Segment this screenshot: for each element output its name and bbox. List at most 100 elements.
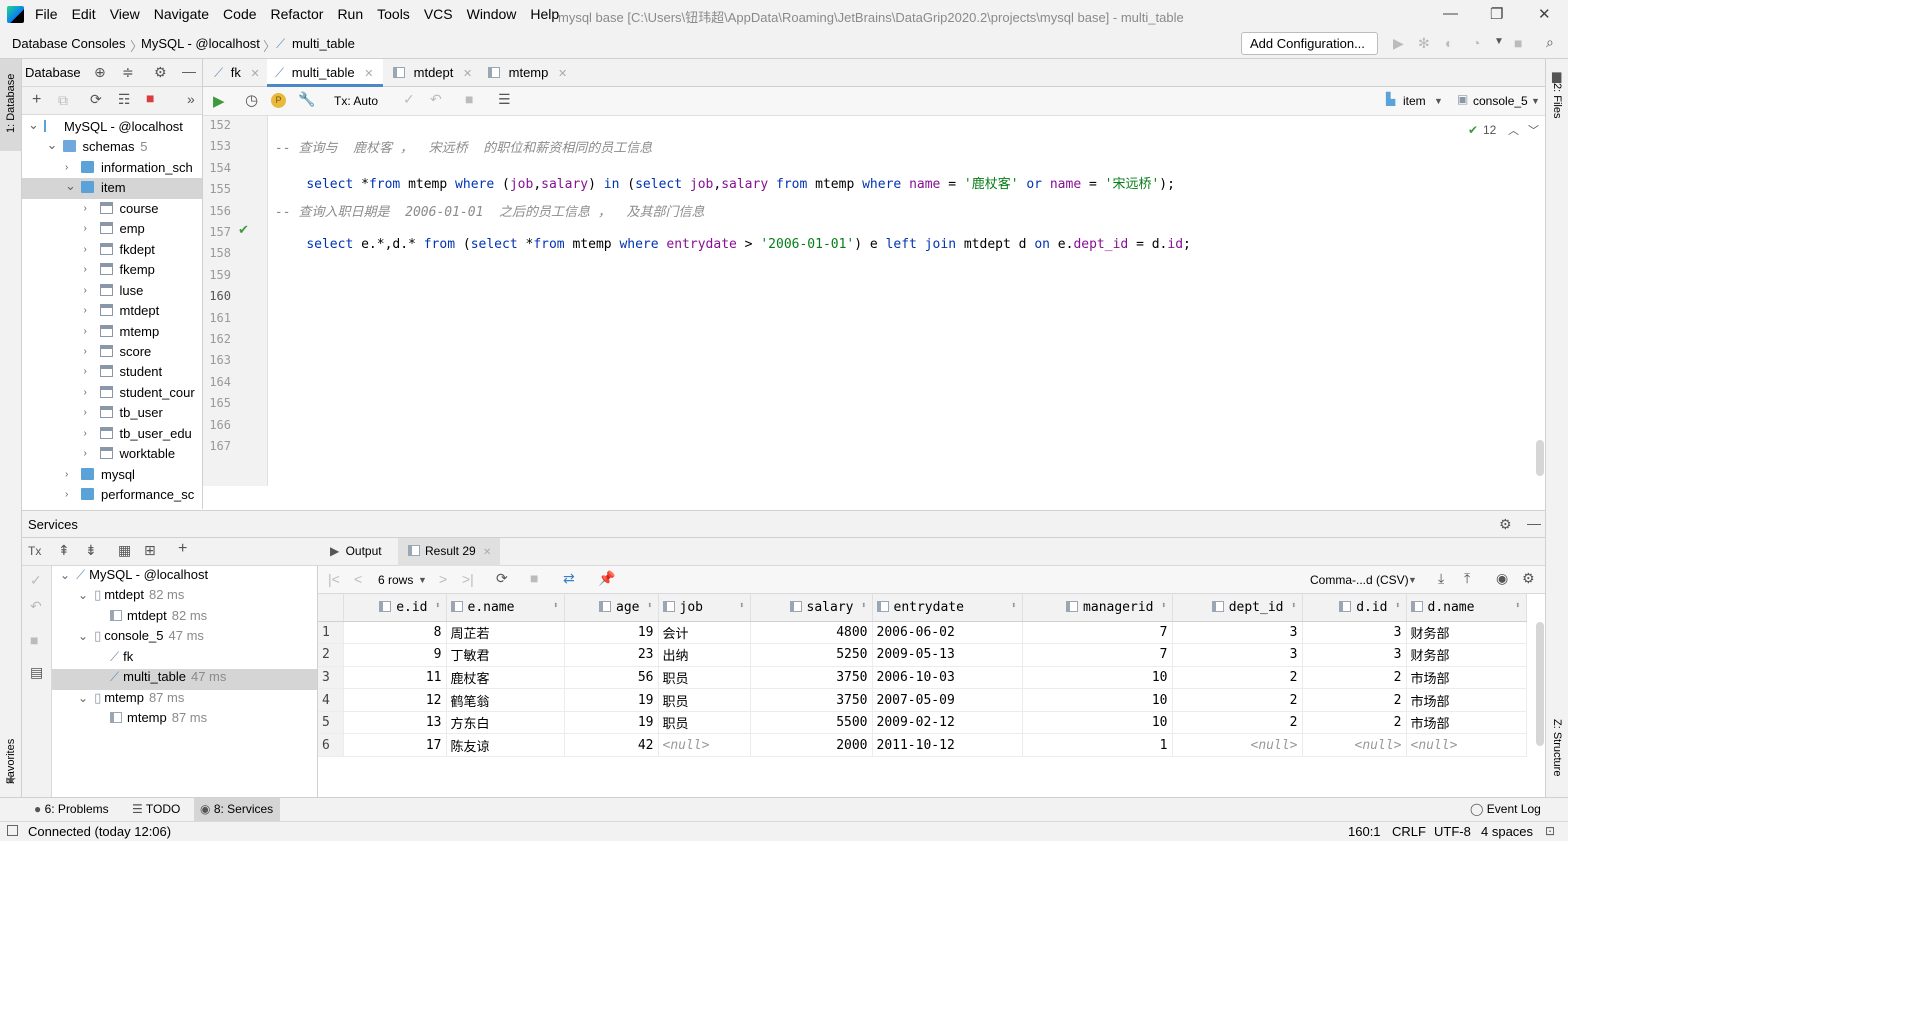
table-cell[interactable]: 8 bbox=[343, 621, 447, 645]
table-cell[interactable]: 10 bbox=[1022, 711, 1173, 735]
table-cell[interactable]: 7 bbox=[1022, 621, 1173, 645]
table-row[interactable]: 2 9 丁敏君 23 出纳 5250 2009-05-13 7 3 3 财务部 bbox=[318, 643, 1527, 667]
upload-icon[interactable]: ⤒ bbox=[1464, 570, 1470, 587]
service-item-mtdept[interactable]: mtdept 82 ms bbox=[96, 608, 207, 629]
table-cell[interactable]: 财务部 bbox=[1406, 643, 1527, 667]
table-cell[interactable]: 周芷若 bbox=[446, 621, 565, 645]
tx-mode-dropdown[interactable]: Tx: Auto bbox=[334, 94, 378, 108]
search-icon[interactable]: ⌕ bbox=[1546, 34, 1554, 51]
table-cell[interactable]: 财务部 bbox=[1406, 621, 1527, 645]
sort-icon[interactable]: ⬍ bbox=[435, 601, 440, 611]
wrench-icon[interactable]: 🔧 bbox=[298, 91, 315, 108]
chevron-right-icon[interactable]: › bbox=[84, 428, 87, 439]
service-item-fk[interactable]: ⟋ fk bbox=[96, 649, 133, 670]
caret-position[interactable]: 160:1 bbox=[1348, 824, 1381, 839]
collapse-all-icon[interactable]: ≑ bbox=[122, 64, 134, 81]
chevron-right-icon[interactable]: › bbox=[84, 223, 87, 234]
table-cell[interactable]: 10 bbox=[1022, 688, 1173, 712]
table-cell[interactable]: 出纳 bbox=[658, 643, 751, 667]
sql-editor[interactable]: -- 查询与 鹿杖客 ， 宋远桥 的职位和薪资相同的员工信息 select *f… bbox=[268, 116, 1545, 486]
table-cell[interactable]: 3 bbox=[1172, 621, 1303, 645]
tab-mtdept[interactable]: mtdept ✕ bbox=[385, 59, 479, 87]
table-cell[interactable]: 42 bbox=[564, 733, 659, 758]
chevron-down-icon[interactable]: ⌄ bbox=[65, 178, 76, 194]
service-item-mtemp[interactable]: ⌄ ▯ mtemp 87 ms bbox=[78, 690, 184, 711]
table-cell[interactable]: 19 bbox=[564, 711, 659, 735]
problems-tool-button[interactable]: ● 6: Problems bbox=[34, 802, 109, 816]
commit-icon[interactable]: ✓ bbox=[403, 91, 415, 108]
close-icon[interactable]: ✕ bbox=[364, 68, 373, 80]
tree-item-course[interactable]: › course bbox=[22, 199, 202, 220]
chevron-down-icon[interactable]: ⌄ bbox=[28, 117, 39, 133]
pin-icon[interactable]: 📌 bbox=[598, 570, 615, 587]
column-header-job[interactable]: job ⬍ bbox=[658, 594, 751, 622]
table-cell[interactable]: 2 bbox=[1302, 666, 1407, 690]
close-icon[interactable]: ✕ bbox=[558, 68, 567, 80]
execute-icon[interactable]: ▶ bbox=[213, 92, 225, 110]
column-header-age[interactable]: age ⬍ bbox=[564, 594, 659, 622]
table-cell[interactable]: 3 bbox=[1302, 643, 1407, 667]
tab-fk[interactable]: ⟋ fk ✕ bbox=[206, 59, 266, 87]
close-icon[interactable]: ✕ bbox=[250, 68, 259, 80]
table-cell[interactable]: 5500 bbox=[750, 711, 873, 735]
tx-icon[interactable]: Tx bbox=[28, 544, 41, 558]
eye-icon[interactable]: ◉ bbox=[1496, 570, 1508, 587]
tree-item-performance-sc[interactable]: › performance_sc bbox=[22, 485, 202, 506]
gear-icon[interactable]: ⚙ bbox=[1499, 516, 1512, 533]
rollback-icon[interactable]: ↶ bbox=[30, 598, 42, 615]
column-header-entrydate[interactable]: entrydate ⬍ bbox=[872, 594, 1023, 622]
group-icon[interactable]: ▦ bbox=[118, 542, 131, 559]
close-icon[interactable]: ✕ bbox=[1538, 5, 1551, 23]
menu-vcs[interactable]: VCS bbox=[424, 6, 453, 22]
cancel-icon[interactable]: ■ bbox=[465, 91, 473, 107]
add-icon[interactable]: + bbox=[178, 540, 187, 558]
tree-item-fkemp[interactable]: › fkemp bbox=[22, 260, 202, 281]
table-cell[interactable]: 19 bbox=[564, 621, 659, 645]
chevron-right-icon[interactable]: › bbox=[84, 203, 87, 214]
table-cell[interactable]: 丁敏君 bbox=[446, 643, 565, 667]
chevron-right-icon[interactable]: › bbox=[84, 244, 87, 255]
menu-window[interactable]: Window bbox=[467, 6, 517, 22]
table-cell[interactable]: 市场部 bbox=[1406, 666, 1527, 690]
table-cell[interactable]: 12 bbox=[343, 688, 447, 712]
tree-item-student[interactable]: › student bbox=[22, 362, 202, 383]
table-cell[interactable]: 2 bbox=[1302, 688, 1407, 712]
chevron-down-icon[interactable]: ⌄ bbox=[47, 137, 58, 153]
run-icon[interactable]: ▶ bbox=[1393, 35, 1404, 52]
parameters-icon[interactable]: P bbox=[271, 93, 286, 108]
profile-icon[interactable]: ◔ bbox=[1472, 35, 1480, 51]
table-cell[interactable]: 市场部 bbox=[1406, 688, 1527, 712]
table-cell[interactable]: 3750 bbox=[750, 688, 873, 712]
table-cell[interactable]: 2 bbox=[1172, 711, 1303, 735]
structure-tool-label[interactable]: Z: Structure bbox=[1551, 719, 1563, 776]
sort-icon[interactable]: ⬍ bbox=[1291, 601, 1296, 611]
service-item-console-5[interactable]: ⌄ ▯ console_5 47 ms bbox=[78, 628, 204, 649]
tab-result-29[interactable]: Result 29 ✕ bbox=[398, 538, 500, 566]
chevron-right-icon[interactable]: › bbox=[65, 162, 68, 173]
table-cell[interactable]: 市场部 bbox=[1406, 711, 1527, 735]
chevron-right-icon[interactable]: › bbox=[84, 448, 87, 459]
stop-icon[interactable]: ■ bbox=[30, 632, 38, 648]
folder-icon[interactable]: ▆ bbox=[1552, 69, 1561, 83]
lock-icon[interactable]: ⊡ bbox=[1545, 824, 1555, 838]
tree-item-tb-user[interactable]: › tb_user bbox=[22, 403, 202, 424]
table-row[interactable]: 6 17 陈友谅 42 <null> 2000 2011-10-12 1 <null> <null… bbox=[318, 733, 1527, 758]
inspection-count[interactable]: 12 bbox=[1483, 123, 1496, 137]
service-item-multi-table[interactable]: ⟋ multi_table 47 ms bbox=[96, 669, 226, 690]
table-cell[interactable]: 2 bbox=[1172, 666, 1303, 690]
copy-icon[interactable]: ⧉ bbox=[58, 92, 68, 109]
restore-icon[interactable]: ❐ bbox=[1490, 5, 1503, 23]
layout-icon[interactable]: ▤ bbox=[30, 664, 43, 681]
tree-item-luse[interactable]: › luse bbox=[22, 281, 202, 302]
todo-tool-button[interactable]: ☰ TODO bbox=[132, 802, 180, 816]
table-cell[interactable]: 2006-10-03 bbox=[872, 666, 1023, 690]
hide-icon[interactable]: — bbox=[1527, 515, 1541, 531]
breadcrumb-database-consoles[interactable]: Database Consoles bbox=[12, 36, 125, 51]
tree-item-mtdept[interactable]: › mtdept bbox=[22, 301, 202, 322]
target-icon[interactable]: ⊕ bbox=[94, 64, 106, 81]
collapse-all-icon[interactable]: ⇟ bbox=[85, 542, 97, 559]
chevron-down-icon[interactable]: ⌄ bbox=[78, 588, 88, 602]
table-cell[interactable]: 17 bbox=[343, 733, 447, 758]
chevron-right-icon[interactable]: › bbox=[84, 285, 87, 296]
table-cell[interactable]: 方东白 bbox=[446, 711, 565, 735]
